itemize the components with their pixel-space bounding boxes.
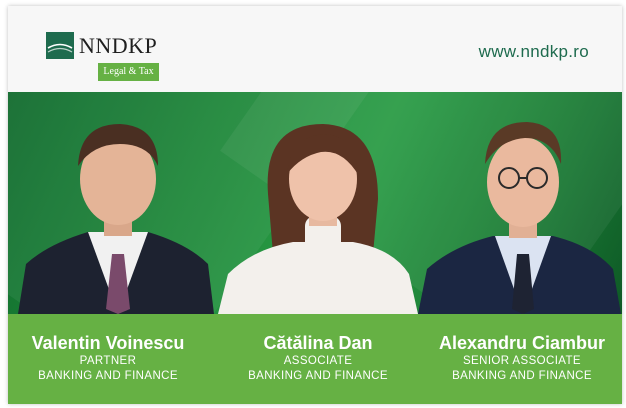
logo-mark-icon (46, 32, 74, 59)
announcement-card: NNDKP Legal & Tax www.nndkp.ro Valentin … (8, 6, 622, 404)
logo-name: NNDKP (79, 33, 158, 58)
person-name: Alexandru Ciambur (438, 333, 606, 353)
team-photo (8, 92, 622, 314)
person-role: SENIOR ASSOCIATE (462, 355, 582, 367)
caption-alexandru: Alexandru Ciambur SENIOR ASSOCIATE BANKI… (424, 332, 620, 384)
person-photo-alexandru (418, 122, 621, 314)
person-role: PARTNER (79, 355, 137, 367)
person-name: Valentin Voinescu (31, 333, 185, 353)
caption-valentin: Valentin Voinescu PARTNER BANKING AND FI… (10, 332, 206, 384)
website-link[interactable]: www.nndkp.ro (479, 42, 589, 62)
nndkp-logo[interactable]: NNDKP Legal & Tax (46, 32, 176, 84)
person-practice: BANKING AND FINANCE (452, 370, 592, 382)
caption-catalina: Cătălina Dan ASSOCIATE BANKING AND FINAN… (218, 332, 418, 384)
person-practice: BANKING AND FINANCE (248, 370, 388, 382)
person-practice: BANKING AND FINANCE (38, 370, 178, 382)
person-role: ASSOCIATE (283, 355, 353, 367)
person-name: Cătălina Dan (263, 333, 373, 353)
logo-tagline: Legal & Tax (98, 63, 159, 81)
person-photo-valentin (18, 124, 214, 314)
person-photo-catalina (218, 124, 418, 314)
header: NNDKP Legal & Tax www.nndkp.ro (8, 6, 622, 92)
captions-bar: Valentin Voinescu PARTNER BANKING AND FI… (8, 314, 622, 404)
